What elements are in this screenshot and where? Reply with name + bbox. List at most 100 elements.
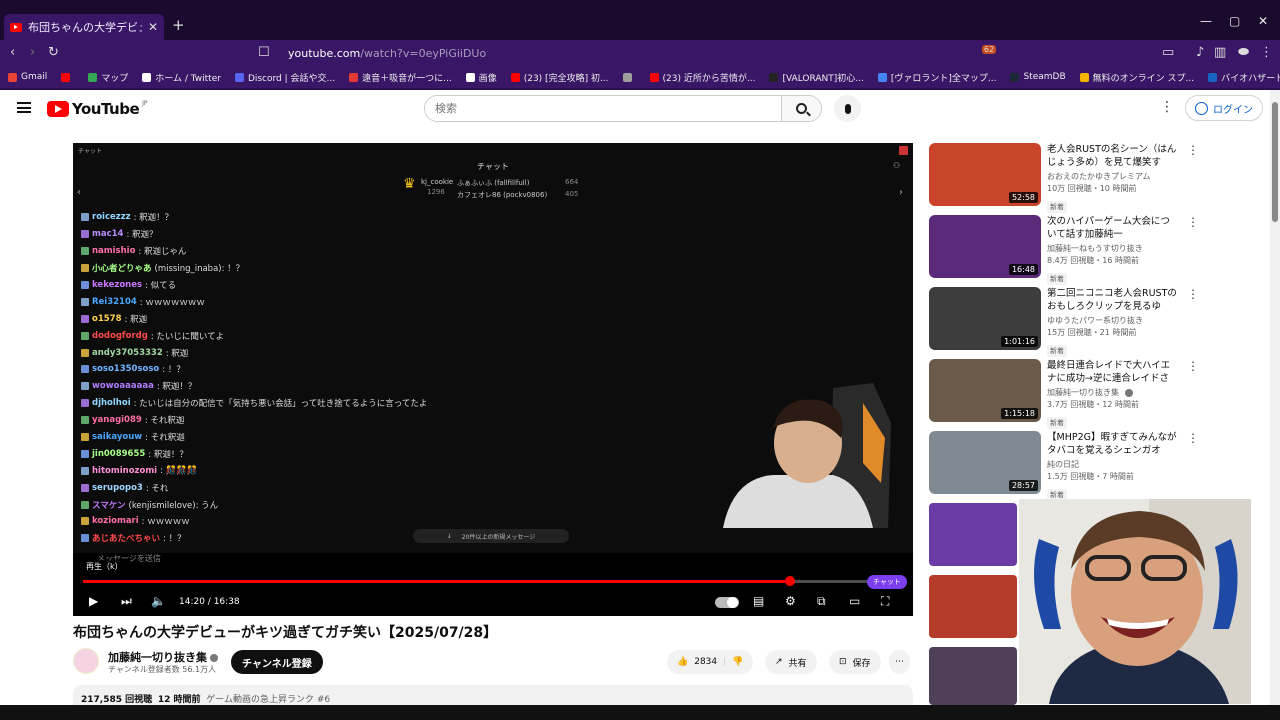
bookmark-label: (23) 近所から苦情が... <box>662 73 756 84</box>
subscribe-button[interactable]: チャンネル登録 <box>231 650 323 674</box>
chat-chip[interactable]: チャット <box>867 575 907 589</box>
channel-avatar[interactable] <box>73 648 99 674</box>
related-info: 第二回ニコニコ老人会RUSTのおもしろクリップを見るゆゆ... ゆゆうたパワー系切… <box>1047 287 1177 357</box>
voice-search-button[interactable] <box>834 95 861 122</box>
theater-mode-icon[interactable]: ▭ <box>849 594 860 608</box>
channel-name[interactable]: 加藤純一切り抜き集 <box>108 649 218 665</box>
related-kebab-icon[interactable]: ⋮ <box>1187 287 1199 301</box>
like-button[interactable]: 👍 2834 | 👎 <box>667 650 754 674</box>
related-video[interactable]: 16:48 次のハイパーゲーム大会について話す加藤純一 加藤純一ねもうす切り抜き 8.… <box>929 215 1199 287</box>
related-thumbnail-8[interactable] <box>929 647 1017 705</box>
bookmark-11[interactable]: [ヴァロラント]全マップ... <box>877 71 996 84</box>
related-title[interactable]: 最終日連合レイドで大ハイエナに成功→逆に連合レイドされ... <box>1047 359 1177 385</box>
bookmark-label: SteamDB <box>1023 72 1066 82</box>
autoplay-toggle[interactable] <box>715 597 739 608</box>
play-icon[interactable]: ▶ <box>89 594 98 608</box>
related-kebab-icon[interactable]: ⋮ <box>1187 215 1199 229</box>
related-channel[interactable]: 純の日記 <box>1047 459 1177 470</box>
youtube-logo[interactable]: YouTube JP <box>47 100 148 118</box>
fullscreen-icon[interactable]: ⛶ <box>881 594 889 609</box>
related-thumbnail[interactable]: 1:01:16 <box>929 287 1041 350</box>
share-button[interactable]: ↗ 共有 <box>765 650 817 674</box>
search-icon <box>796 103 807 114</box>
search-button[interactable] <box>781 96 821 121</box>
bookmark-0[interactable]: Gmail <box>8 72 47 82</box>
url-host: youtube.com <box>288 46 361 60</box>
subtitles-icon[interactable]: ▤ <box>753 594 764 608</box>
profile-icon[interactable]: ⬬ <box>1238 45 1249 60</box>
minimize-icon[interactable]: — <box>1200 14 1212 28</box>
related-title[interactable]: 次のハイパーゲーム大会について話す加藤純一 <box>1047 215 1177 241</box>
related-title[interactable]: 第二回ニコニコ老人会RUSTのおもしろクリップを見るゆゆ... <box>1047 287 1177 313</box>
next-icon[interactable]: ⏭ <box>121 594 132 609</box>
bookmark-3[interactable]: ホーム / Twitter <box>142 71 221 84</box>
bookmark-9[interactable]: (23) 近所から苦情が... <box>649 71 756 84</box>
progress-bar[interactable] <box>83 576 903 586</box>
related-thumbnail[interactable]: 16:48 <box>929 215 1041 278</box>
bookmark-6[interactable]: 画像 <box>465 71 497 84</box>
related-thumbnail[interactable]: 28:57 <box>929 431 1041 494</box>
settings-kebab-icon[interactable]: ⋮ <box>1160 99 1174 115</box>
tab-close-icon[interactable]: ✕ <box>148 20 158 34</box>
url-field[interactable]: youtube.com/watch?v=0eyPiGiiDUo <box>250 43 990 63</box>
bookmark-favicon-icon <box>234 72 244 82</box>
related-kebab-icon[interactable]: ⋮ <box>1187 359 1199 373</box>
scrollbar-thumb[interactable] <box>1272 102 1278 222</box>
new-tab-button[interactable]: + <box>172 16 185 34</box>
miniplayer-icon[interactable]: ⧉ <box>817 594 826 609</box>
back-icon[interactable]: ‹ <box>10 45 15 60</box>
related-thumbnail-7[interactable] <box>929 575 1017 638</box>
hamburger-menu-icon[interactable] <box>17 102 31 113</box>
related-title[interactable]: 【MHP2G】暇すぎてみんながタバコを覚えるシェンガオレ... <box>1047 431 1177 457</box>
related-video[interactable]: 1:01:16 第二回ニコニコ老人会RUSTのおもしろクリップを見るゆゆ... ゆゆ… <box>929 287 1199 359</box>
chat-username: Rei32104 <box>92 296 137 307</box>
extension-badge[interactable]: 62 <box>982 45 997 54</box>
related-thumbnail-6[interactable] <box>929 503 1017 566</box>
related-channel[interactable]: 加藤純一ねもうす切り抜き <box>1047 243 1177 254</box>
sidepanel-icon[interactable]: ▥ <box>1214 45 1226 60</box>
thumbs-down-icon[interactable]: 👎 <box>732 657 743 667</box>
bookmark-10[interactable]: [VALORANT]初心... <box>769 71 864 84</box>
login-button[interactable]: ログイン <box>1185 95 1263 121</box>
browser-menu-icon[interactable]: ⋮ <box>1260 45 1273 60</box>
browser-chrome: 布団ちゃんの大学デビューがキツ過ぎ ✕ + — ▢ ✕ ‹ › ↻ ☐ yout… <box>0 0 1280 90</box>
bookmark-14[interactable]: バイオハザードRE:2 全... <box>1208 71 1280 84</box>
related-title[interactable]: 老人会RUSTの名シーン（はんじょう多め）を見て爆笑する... <box>1047 143 1177 169</box>
maximize-icon[interactable]: ▢ <box>1229 14 1240 28</box>
related-video[interactable]: 1:15:18 最終日連合レイドで大ハイエナに成功→逆に連合レイドされ... 加藤純… <box>929 359 1199 431</box>
related-channel[interactable]: 加藤純一切り抜き集 <box>1047 387 1177 398</box>
related-video[interactable]: 52:58 老人会RUSTの名シーン（はんじょう多め）を見て爆笑する... おおえの… <box>929 143 1199 215</box>
page-scrollbar[interactable] <box>1270 90 1280 705</box>
chat-badge-icon <box>81 382 89 391</box>
related-kebab-icon[interactable]: ⋮ <box>1187 143 1199 157</box>
bookmark-label: Discord | 会話や交... <box>247 73 336 84</box>
bookmark-7[interactable]: (23) [完全攻略] 初... <box>510 71 609 84</box>
progress-scrubber[interactable] <box>784 576 795 586</box>
trending-rank[interactable]: ゲーム動画の急上昇ランク #6 <box>206 695 330 705</box>
volume-icon[interactable]: 🔈 <box>151 594 166 608</box>
forward-icon[interactable]: › <box>30 45 35 60</box>
related-channel[interactable]: ゆゆうたパワー系切り抜き <box>1047 315 1177 326</box>
browser-tab[interactable]: 布団ちゃんの大学デビューがキツ過ぎ ✕ <box>4 14 164 40</box>
bookmark-8[interactable] <box>622 72 636 82</box>
bookmark-1[interactable] <box>61 72 74 82</box>
related-channel[interactable]: おおえのたかゆきプレミアム <box>1047 171 1177 182</box>
bookmark-4[interactable]: Discord | 会話や交... <box>234 71 336 84</box>
close-window-icon[interactable]: ✕ <box>1258 14 1268 28</box>
reload-icon[interactable]: ↻ <box>48 45 59 60</box>
related-thumbnail[interactable]: 52:58 <box>929 143 1041 206</box>
bookmark-12[interactable]: SteamDB <box>1010 72 1066 82</box>
more-actions-button[interactable]: ⋯ <box>889 650 910 674</box>
music-icon[interactable]: ♪ <box>1196 45 1204 60</box>
bookmark-2[interactable]: マップ <box>88 71 128 84</box>
bookmark-13[interactable]: 無料のオンライン スプ... <box>1079 71 1194 84</box>
settings-gear-icon[interactable]: ⚙ <box>785 594 796 608</box>
video-player[interactable]: チャット チャット ⚇ ‹ › ♛ kj_cookie 1296 ふぁふぃふ (… <box>73 143 913 616</box>
related-thumbnail[interactable]: 1:15:18 <box>929 359 1041 422</box>
search-input[interactable] <box>425 96 783 121</box>
cast-icon[interactable]: ▭ <box>1162 45 1174 60</box>
related-kebab-icon[interactable]: ⋮ <box>1187 431 1199 445</box>
bookmark-5[interactable]: 遠音＋吸音が一つに... <box>349 71 452 84</box>
related-video[interactable]: 28:57 【MHP2G】暇すぎてみんながタバコを覚えるシェンガオレ... 純の日記… <box>929 431 1199 503</box>
save-button[interactable]: ⊡ 保存 <box>829 650 881 674</box>
